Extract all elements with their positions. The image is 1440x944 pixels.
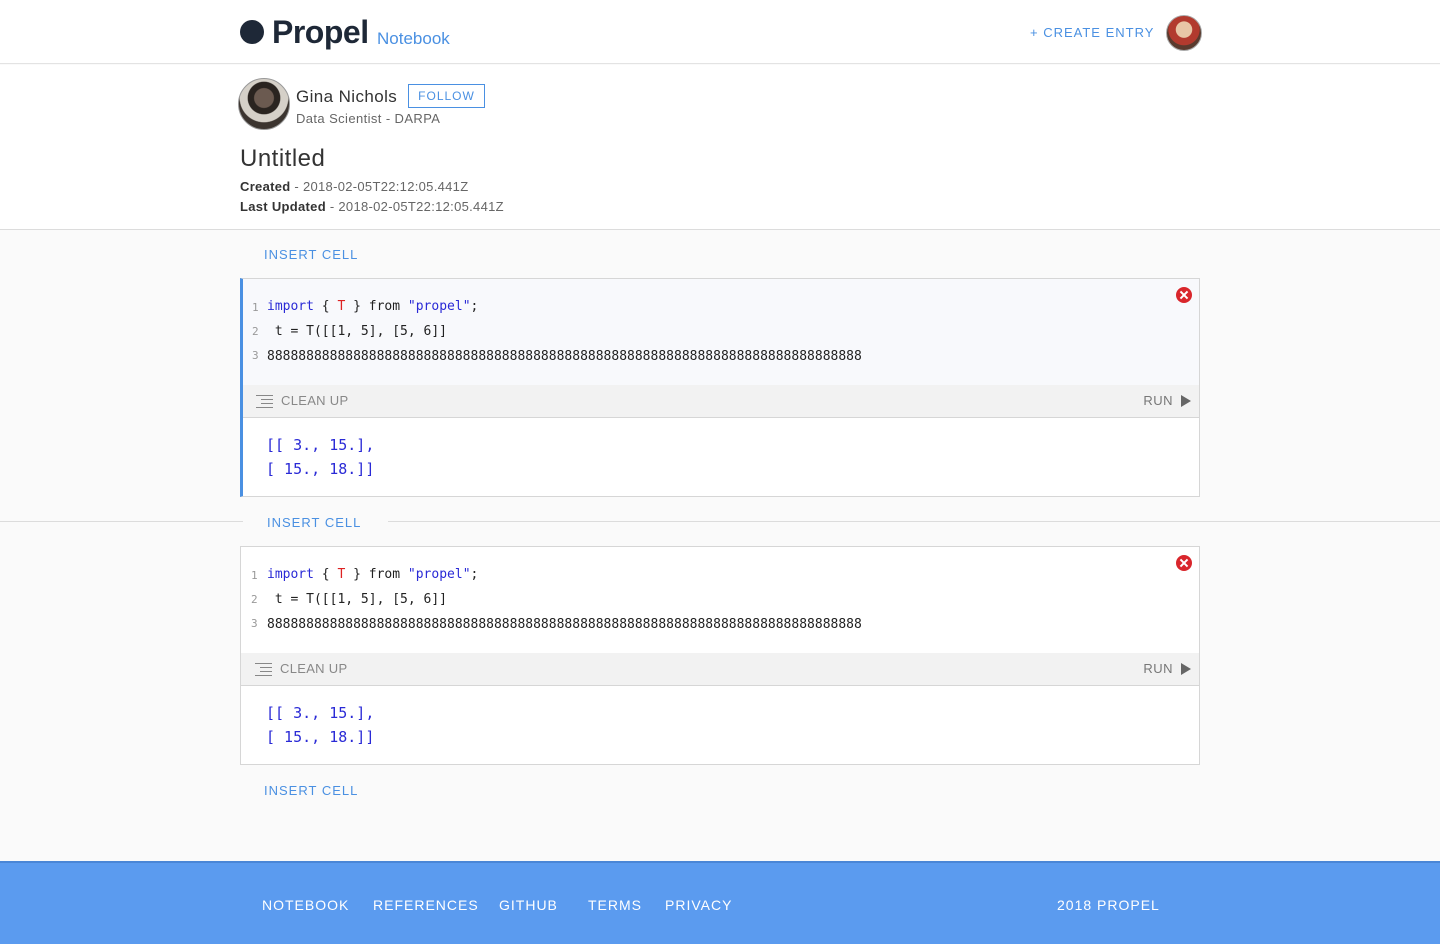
footer: NOTEBOOK REFERENCES GITHUB TERMS PRIVACY… — [0, 861, 1440, 944]
play-icon — [1181, 662, 1191, 675]
run-label: RUN — [1143, 661, 1173, 676]
created-label: Created — [240, 179, 291, 194]
code-editor[interactable]: 1 import { T } from "propel"; 2 t = T([[… — [243, 279, 1199, 385]
code-string: "propel" — [407, 299, 471, 314]
clean-up-label: CLEAN UP — [280, 661, 348, 676]
code-string: "propel" — [407, 567, 471, 582]
clean-up-button[interactable]: CLEAN UP — [256, 393, 348, 409]
code-keyword: import — [267, 299, 314, 314]
footer-link-notebook[interactable]: NOTEBOOK — [262, 897, 349, 913]
copyright: 2018 PROPEL — [1057, 897, 1160, 913]
cell-output: [[ 3., 15.], [ 15., 18.]] — [241, 686, 1199, 764]
created-timestamp: Created - 2018-02-05T22:12:05.441Z — [240, 179, 468, 194]
updated-label: Last Updated — [240, 199, 326, 214]
code-keyword: import — [267, 567, 314, 582]
logo-dot-icon[interactable] — [240, 20, 264, 44]
run-button[interactable]: RUN — [1143, 661, 1191, 676]
divider — [388, 521, 1440, 522]
logo-text[interactable]: Propel — [272, 14, 369, 51]
user-avatar[interactable] — [1166, 15, 1202, 51]
notebook-header: Gina Nichols FOLLOW Data Scientist - DAR… — [0, 65, 1440, 230]
created-value: - 2018-02-05T22:12:05.441Z — [290, 179, 469, 194]
code-token: } from — [345, 567, 408, 582]
code-token: ; — [470, 567, 479, 582]
line-number: 1 — [251, 569, 258, 582]
cell-output: [[ 3., 15.], [ 15., 18.]] — [243, 418, 1199, 496]
footer-link-terms[interactable]: TERMS — [588, 897, 642, 913]
line-number: 2 — [251, 593, 258, 606]
code-editor[interactable]: 1 import { T } from "propel"; 2 t = T([[… — [241, 547, 1199, 653]
line-number: 3 — [252, 349, 259, 362]
code-token: } from — [345, 299, 408, 314]
line-number: 1 — [252, 301, 259, 314]
insert-cell-button[interactable]: INSERT CELL — [264, 247, 358, 262]
cell-toolbar: CLEAN UP RUN — [243, 385, 1199, 418]
footer-link-references[interactable]: REFERENCES — [373, 897, 479, 913]
code-token: ; — [470, 299, 479, 314]
close-icon[interactable] — [1176, 287, 1192, 303]
top-navbar: Propel Notebook + CREATE ENTRY — [0, 0, 1440, 64]
run-label: RUN — [1143, 393, 1173, 408]
author-name[interactable]: Gina Nichols — [296, 87, 397, 107]
code-line: import { T } from "propel"; — [267, 299, 478, 314]
insert-cell-button[interactable]: INSERT CELL — [264, 783, 358, 798]
output-line: [[ 3., 15.], — [266, 436, 375, 454]
cell-toolbar: CLEAN UP RUN — [241, 653, 1199, 686]
insert-cell-button[interactable]: INSERT CELL — [267, 515, 361, 530]
follow-button[interactable]: FOLLOW — [408, 84, 485, 108]
updated-value: - 2018-02-05T22:12:05.441Z — [325, 199, 504, 214]
play-icon — [1181, 394, 1191, 407]
code-line: 8888888888888888888888888888888888888888… — [267, 617, 862, 632]
output-line: [ 15., 18.]] — [266, 460, 375, 478]
line-number: 3 — [251, 617, 258, 630]
lines-icon — [255, 662, 272, 677]
author-avatar[interactable] — [238, 78, 290, 130]
footer-link-github[interactable]: GITHUB — [499, 897, 558, 913]
updated-timestamp: Last Updated - 2018-02-05T22:12:05.441Z — [240, 199, 504, 214]
close-icon[interactable] — [1176, 555, 1192, 571]
notebook-cell[interactable]: 1 import { T } from "propel"; 2 t = T([[… — [240, 546, 1200, 765]
divider — [0, 521, 243, 522]
code-token: { — [313, 567, 338, 582]
notebook-cell[interactable]: 1 import { T } from "propel"; 2 t = T([[… — [240, 278, 1200, 497]
code-line: 8888888888888888888888888888888888888888… — [267, 349, 862, 364]
footer-link-privacy[interactable]: PRIVACY — [665, 897, 732, 913]
clean-up-label: CLEAN UP — [281, 393, 349, 408]
run-button[interactable]: RUN — [1143, 393, 1191, 408]
code-line: import { T } from "propel"; — [267, 567, 478, 582]
code-line: t = T([[1, 5], [5, 6]] — [267, 324, 448, 339]
code-line: t = T([[1, 5], [5, 6]] — [267, 592, 448, 607]
line-number: 2 — [252, 325, 259, 338]
author-title: Data Scientist - DARPA — [296, 111, 441, 126]
logo-subtitle[interactable]: Notebook — [377, 29, 450, 49]
notebook-title[interactable]: Untitled — [240, 145, 325, 173]
code-token: { — [313, 299, 338, 314]
output-line: [ 15., 18.]] — [266, 728, 375, 746]
lines-icon — [256, 394, 273, 409]
create-entry-button[interactable]: + CREATE ENTRY — [1030, 25, 1154, 40]
output-line: [[ 3., 15.], — [266, 704, 375, 722]
clean-up-button[interactable]: CLEAN UP — [255, 661, 347, 677]
